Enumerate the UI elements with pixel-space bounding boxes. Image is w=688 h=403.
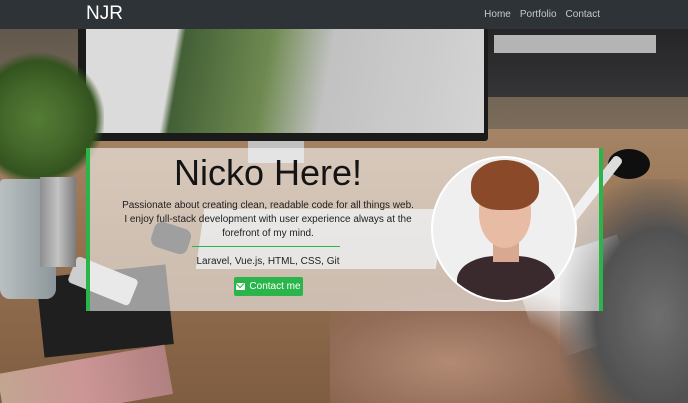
navbar: NJR Home Portfolio Contact	[0, 0, 688, 29]
hero-description: Passionate about creating clean, readabl…	[110, 199, 426, 241]
avatar	[431, 156, 577, 302]
brand-logo[interactable]: NJR	[86, 3, 123, 25]
hero-description-line-1: Passionate about creating clean, readabl…	[122, 200, 414, 211]
nav-link-home[interactable]: Home	[484, 9, 511, 20]
avatar-hair	[471, 160, 539, 210]
hero-description-line-2: I enjoy full-stack development with user…	[124, 214, 412, 239]
nav-links: Home Portfolio Contact	[484, 9, 600, 20]
hero-skills: Laravel, Vue.js, HTML, CSS, Git	[196, 256, 340, 267]
contact-me-button[interactable]: Contact me	[234, 277, 303, 296]
envelope-icon	[236, 283, 246, 290]
contact-me-label: Contact me	[249, 281, 301, 292]
hero-divider	[192, 246, 340, 247]
nav-link-portfolio[interactable]: Portfolio	[520, 9, 557, 20]
nav-link-contact[interactable]: Contact	[566, 9, 600, 20]
hero-title: Nicko Here!	[173, 152, 363, 193]
avatar-shirt	[457, 256, 555, 300]
